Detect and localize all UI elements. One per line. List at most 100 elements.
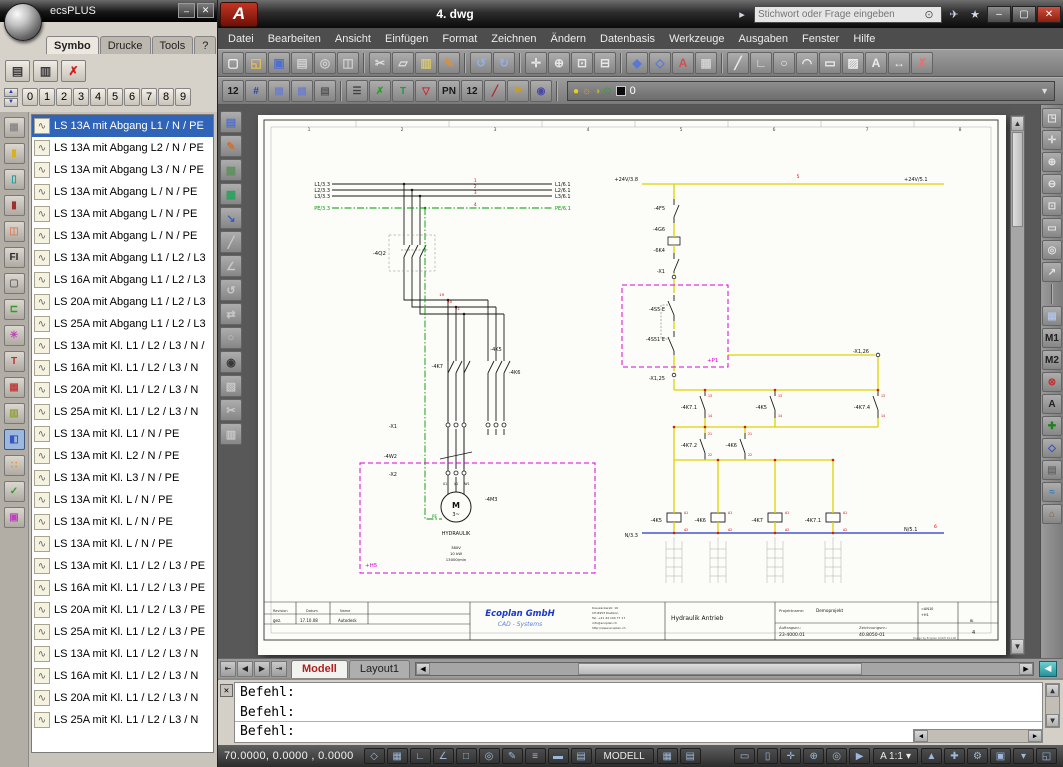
menu-item[interactable]: Fenster bbox=[795, 30, 846, 48]
layer-state-icon-freeze[interactable]: ◑ bbox=[594, 86, 600, 97]
toolbar-button-cut[interactable]: ✂ bbox=[369, 52, 391, 74]
drawing-sheet[interactable]: 1 2 3 4 5 6 7 8 L1/3.3 L2/3.3 L3/3.3 PE/3.3 L1/6.1 L2… bbox=[258, 115, 1006, 655]
symbol-list-item[interactable]: LS 20A mit Kl. L1 / L2 / L3 / N bbox=[32, 687, 213, 709]
toolbar-button-open[interactable]: ◱ bbox=[245, 52, 267, 74]
toolbar-button-publish[interactable]: ◫ bbox=[337, 52, 359, 74]
toolbar-button-point[interactable]: ◇ bbox=[1042, 438, 1062, 458]
toolbar-button-orbit[interactable]: ◎ bbox=[1042, 240, 1062, 260]
toolbar-button-green-grid[interactable]: ▩ bbox=[220, 183, 242, 205]
toolbar-button-attributes[interactable]: A bbox=[672, 52, 694, 74]
command-line-window[interactable]: ✕ Befehl: Befehl: Befehl: ▲ ▼ ◀ ▶ bbox=[218, 678, 1063, 745]
symbol-list-item[interactable]: LS 20A mit Kl. L1 / L2 / L3 / PE bbox=[32, 599, 213, 621]
layout-tab[interactable]: Modell bbox=[291, 659, 348, 678]
symbol-list-item[interactable]: LS 13A mit Abgang L1 / N / PE bbox=[32, 115, 213, 137]
toolbar-button-list[interactable]: ☰ bbox=[346, 80, 368, 102]
drawing-area[interactable]: ▤ ✎ ▦ ▩ ↘ ╱ ∠ ↺ ⇄ ○ ◉ ▧ ✂ ▥ 1 2 3 4 5 6 … bbox=[218, 105, 1063, 658]
symbol-list-item[interactable]: LS 25A mit Kl. L1 / L2 / L3 / N bbox=[32, 709, 213, 731]
ecsplus-tool-button-delete[interactable]: ✗ bbox=[61, 60, 86, 82]
category-icon-parts[interactable]: ▦ bbox=[3, 117, 25, 138]
ecsplus-close-button[interactable]: ✕ bbox=[197, 3, 214, 18]
ecsplus-tab[interactable]: Symbo bbox=[46, 36, 99, 54]
status-toggle-button-otrack[interactable]: ◎ bbox=[478, 748, 500, 764]
toolbar-button-parts-table[interactable]: ▤ bbox=[314, 80, 336, 102]
minimize-button[interactable]: – bbox=[987, 5, 1011, 23]
system-icon-button-status-menu[interactable]: ▾ bbox=[1013, 748, 1034, 764]
help-search-field[interactable]: ⊙ bbox=[754, 5, 942, 23]
layer-control-dropdown[interactable]: ● ☼ ◑ ⊙ 0 ▼ bbox=[567, 81, 1055, 101]
ecsplus-minimize-button[interactable]: – bbox=[178, 3, 195, 18]
toolbar-button-num-12[interactable]: 12 bbox=[461, 80, 483, 102]
command-vertical-scrollbar[interactable]: ▲ ▼ bbox=[1045, 683, 1060, 728]
search-icon[interactable]: ⊙ bbox=[920, 6, 938, 22]
symbol-list-item[interactable]: LS 13A mit Kl. L2 / N / PE bbox=[32, 445, 213, 467]
symbol-list-item[interactable]: LS 16A mit Kl. L1 / L2 / L3 / N bbox=[32, 357, 213, 379]
ecsplus-tool-button-print[interactable]: ▤ bbox=[5, 60, 30, 82]
status-toggle-button-qp[interactable]: ▤ bbox=[570, 748, 592, 764]
symbol-list-item[interactable]: LS 25A mit Kl. L1 / L2 / L3 / PE bbox=[32, 621, 213, 643]
nav-icon-button-zoom[interactable]: ⊕ bbox=[803, 748, 825, 764]
toolbar-button-zoom-out[interactable]: ⊖ bbox=[1042, 174, 1062, 194]
number-button[interactable]: 3 bbox=[73, 88, 89, 106]
toolbar-button-macro-m1[interactable]: M1 bbox=[1042, 328, 1062, 348]
status-toggle-button-ortho[interactable]: ∟ bbox=[409, 748, 431, 764]
command-close-icon[interactable]: ✕ bbox=[220, 684, 233, 697]
symbol-list-item[interactable]: LS 13A mit Abgang L3 / N / PE bbox=[32, 159, 213, 181]
search-input[interactable] bbox=[758, 8, 917, 20]
symbol-list-item[interactable]: LS 13A mit Kl. L / N / PE bbox=[32, 489, 213, 511]
toolbar-button-target[interactable]: ◉ bbox=[220, 351, 242, 373]
scroll-up-icon[interactable]: ▲ bbox=[1046, 684, 1059, 697]
toolbar-button-export-green[interactable]: ✗ bbox=[369, 80, 391, 102]
toolbar-button-pan[interactable]: ✛ bbox=[525, 52, 547, 74]
toolbar-button-dimension[interactable]: ↔ bbox=[888, 52, 910, 74]
system-icon-button-workspace-switch[interactable]: ⚙ bbox=[967, 748, 988, 764]
nav-icon-button-quick-view-layouts[interactable]: ▭ bbox=[734, 748, 756, 764]
menu-item[interactable]: Ansicht bbox=[328, 30, 378, 48]
nav-icon-button-pan[interactable]: ✛ bbox=[780, 748, 802, 764]
chevron-down-icon[interactable]: ▼ bbox=[1040, 86, 1049, 96]
toolbar-button-plot[interactable]: ▤ bbox=[291, 52, 313, 74]
category-icon-connector[interactable]: ◫ bbox=[3, 221, 25, 242]
category-icon-magenta-box[interactable]: ▣ bbox=[3, 507, 25, 528]
toolbar-button-line[interactable]: ╱ bbox=[727, 52, 749, 74]
number-button[interactable]: 4 bbox=[90, 88, 106, 106]
scroll-left-icon[interactable]: ◀ bbox=[416, 662, 430, 675]
layer-state-icon-bulb[interactable]: ● bbox=[573, 86, 579, 97]
scroll-right-icon[interactable]: ▶ bbox=[1028, 730, 1042, 742]
status-toggle-button-dyn[interactable]: ✎ bbox=[501, 748, 523, 764]
toolbar-button-rotate[interactable]: ↺ bbox=[220, 279, 242, 301]
toolbar-button-add[interactable]: ✚ bbox=[1042, 416, 1062, 436]
category-icon-columns[interactable]: ▥ bbox=[3, 403, 25, 424]
menu-item[interactable]: Bearbeiten bbox=[261, 30, 328, 48]
category-icon-terminal[interactable]: ▯ bbox=[3, 169, 25, 190]
menu-item[interactable]: Werkzeuge bbox=[662, 30, 731, 48]
search-arrow-icon[interactable]: ▸ bbox=[733, 6, 751, 22]
category-icon-fi-switch[interactable]: FI bbox=[3, 247, 25, 268]
scroll-down-icon[interactable]: ▼ bbox=[1011, 639, 1024, 654]
category-icon-dots[interactable]: ∷ bbox=[3, 455, 25, 476]
ecsplus-wheel-icon[interactable] bbox=[4, 3, 42, 41]
toolbar-button-mirror[interactable]: ⇄ bbox=[220, 303, 242, 325]
symbol-list-item[interactable]: LS 20A mit Kl. L1 / L2 / L3 / N bbox=[32, 379, 213, 401]
toolbar-button-check-triangle[interactable]: ▽ bbox=[415, 80, 437, 102]
toolbar-button-hatch[interactable]: ▧ bbox=[220, 375, 242, 397]
toolbar-button-arc[interactable]: ◠ bbox=[796, 52, 818, 74]
tab-nav-button-prev-tab[interactable]: ◀ bbox=[237, 660, 253, 677]
menu-item[interactable]: Ausgaben bbox=[732, 30, 796, 48]
drawing-horizontal-scrollbar[interactable]: ◀ ▶ bbox=[415, 661, 1034, 676]
layout-tab[interactable]: Layout1 bbox=[348, 659, 410, 678]
scroll-down-icon[interactable]: ▼ bbox=[1046, 714, 1059, 727]
layer-state-icon-lock[interactable]: ⊙ bbox=[603, 86, 611, 97]
symbol-list-item[interactable]: LS 13A mit Kl. L1 / L2 / L3 / N bbox=[32, 643, 213, 665]
symbol-list-item[interactable]: LS 20A mit Abgang L1 / L2 / L3 bbox=[32, 291, 213, 313]
symbol-list-item[interactable]: LS 25A mit Abgang L1 / L2 / L3 bbox=[32, 313, 213, 335]
symbol-list-item[interactable]: LS 13A mit Kl. L1 / L2 / L3 / N / bbox=[32, 335, 213, 357]
toolbar-button-erase[interactable]: ✗ bbox=[911, 52, 933, 74]
toolbar-button-wave[interactable]: ≈ bbox=[1042, 482, 1062, 502]
maximize-button[interactable]: ▢ bbox=[1012, 5, 1036, 23]
tab-nav-button-next-tab[interactable]: ▶ bbox=[254, 660, 270, 677]
scroll-right-icon[interactable]: ▶ bbox=[1019, 662, 1033, 675]
ecsplus-tool-button-print-setup[interactable]: ▥ bbox=[33, 60, 58, 82]
toolbar-button-insert-block[interactable]: ◇ bbox=[649, 52, 671, 74]
toolbar-button-table[interactable]: ▦ bbox=[695, 52, 717, 74]
main-titlebar[interactable]: A 4. dwg ▸ ⊙ ✈ ★ – ▢ ✕ bbox=[218, 0, 1063, 28]
